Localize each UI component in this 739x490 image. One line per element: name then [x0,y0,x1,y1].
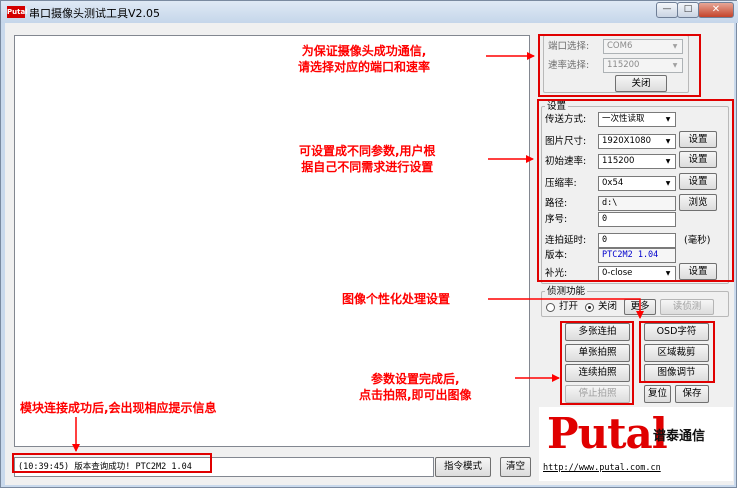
arrow-processing [488,298,644,319]
annotation-arrows [72,52,644,452]
